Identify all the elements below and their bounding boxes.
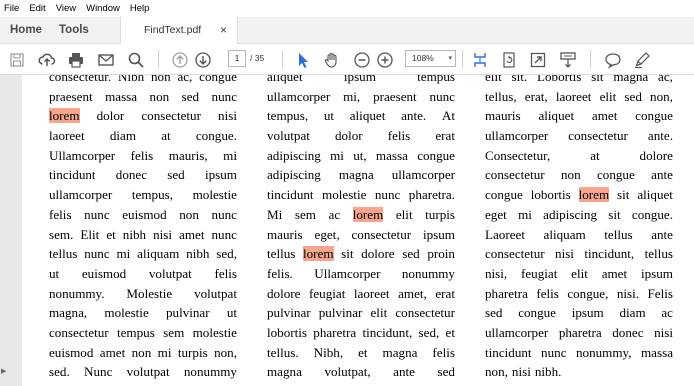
search-highlight[interactable]: lorem [578, 187, 610, 203]
text-line: nonummy. Molestie volutpat [49, 285, 237, 301]
text-line: Ullamcorper felis mauris, mi [49, 147, 237, 163]
rotate-icon[interactable] [499, 50, 519, 70]
text-line: euismod amet non mi turpis non, [49, 344, 237, 360]
left-panel-toggle-icon[interactable]: ▶ [1, 367, 6, 375]
text-line: sed. Nunc volutpat nonummy [49, 364, 237, 380]
text-line: tellus, erat, laoreet elit sed non, [485, 88, 673, 104]
text-line: magna volutpat, ante sed [267, 364, 455, 380]
text-column-2: aliquet ipsum tempus ullamcorper mi, praesent… [267, 75, 455, 382]
upload-icon[interactable] [37, 50, 57, 70]
text-line: dolore feugiat laoreet amet, erat [267, 285, 455, 301]
text-line: eget mi adipiscing sit congue. [485, 206, 673, 222]
text-line: consectetur nisi tincidunt, tellus [485, 246, 673, 262]
text-line: ullamcorper mi, praesent nunc [267, 88, 455, 104]
page-up-icon[interactable] [170, 50, 190, 70]
text-line: aliquet ipsum tempus [267, 75, 455, 84]
highlight-pen-icon[interactable] [632, 50, 652, 70]
print-icon[interactable] [66, 50, 86, 70]
text-line: consectetur non congue ante [485, 167, 673, 183]
scroll-mode-icon[interactable] [558, 50, 578, 70]
text-line: ullamcorper consectetur ante. [485, 128, 673, 144]
select-cursor-icon[interactable] [293, 50, 313, 70]
text-line: felis. Ullamcorper nonummy [267, 265, 455, 281]
document-tab[interactable]: FindText.pdf × [120, 17, 238, 45]
menu-bar: File Edit View Window Help [0, 0, 694, 17]
text-line: congue lobortis lorem sit aliquet [485, 187, 673, 203]
toolbar-separator [462, 50, 463, 69]
text-line: nisi, feugiat elit amet ipsum [485, 265, 673, 281]
text-line: consectetur. Nibh non ac, congue [49, 75, 237, 84]
text-line: elit sit. Lobortis sit magna ac, [485, 75, 673, 84]
text-line: Mi sem ac lorem elit turpis [267, 206, 455, 222]
menu-file[interactable]: File [0, 0, 24, 17]
search-icon[interactable] [126, 50, 146, 70]
hand-icon[interactable] [322, 50, 342, 70]
menu-view[interactable]: View [51, 0, 81, 17]
page-number-input[interactable]: 1 [228, 50, 246, 67]
text-line: lobortis pharetra tincidunt, sed, et [267, 324, 455, 340]
tab-home[interactable]: Home [10, 17, 42, 44]
zoom-out-icon[interactable] [352, 50, 372, 70]
toolbar-separator [590, 50, 591, 69]
text-line: volutpat dolor felis erat [267, 128, 455, 144]
text-line: mauris aliquet amet congue [485, 108, 673, 124]
search-highlight[interactable]: lorem [352, 206, 384, 222]
text-line: pharetra felis congue, nisi. Felis [485, 285, 673, 301]
text-line: praesent massa non sed nunc [49, 88, 237, 104]
text-line: tincidunt donec sed ipsum [49, 167, 237, 183]
text-line: tincidunt nunc nonummy, massa [485, 344, 673, 360]
text-line: tellus nunc mi aliquam nibh sed, [49, 246, 237, 262]
toolbar-separator [158, 50, 159, 69]
text-line: tempus, ut aliquet ante. At [267, 108, 455, 124]
menu-help[interactable]: Help [125, 0, 155, 17]
save-icon[interactable] [7, 50, 27, 70]
page-total-label: / 35 [250, 53, 265, 63]
zoom-select[interactable]: 108% ▾ [405, 50, 456, 67]
text-line: tellus. Nibh, et magna felis [267, 344, 455, 360]
tab-tools[interactable]: Tools [59, 17, 89, 44]
text-column-1: consectetur. Nibh non ac, congue praesent mass… [49, 75, 237, 382]
email-icon[interactable] [96, 50, 116, 70]
text-line: mauris eget, consectetur ipsum [267, 226, 455, 242]
comment-icon[interactable] [603, 50, 623, 70]
text-line: sed congue ipsum diam ac [485, 305, 673, 321]
text-column-3: elit sit. Lobortis sit magna ac, tellus, erat, l… [485, 75, 673, 382]
page-down-icon[interactable] [193, 50, 213, 70]
text-line: ullamcorper tempus, molestie [49, 187, 237, 203]
text-line: lorem dolor consectetur nisi [49, 108, 237, 124]
tab-bar: Home Tools FindText.pdf × [0, 17, 694, 45]
text-line: laoreet diam at congue. [49, 128, 237, 144]
text-line: magna, molestie pulvinar ut [49, 305, 237, 321]
fit-page-icon[interactable] [470, 50, 490, 70]
text-line: ut euismod volutpat felis [49, 265, 237, 281]
zoom-in-icon[interactable] [375, 50, 395, 70]
chevron-down-icon: ▾ [448, 55, 452, 62]
search-highlight[interactable]: lorem [303, 246, 334, 262]
text-line: Consectetur, at dolore [485, 147, 673, 163]
text-line: tellus lorem sit dolore sed proin [267, 246, 455, 262]
text-line: adipiscing magna ullamcorper [267, 167, 455, 183]
toolbar-separator [282, 50, 283, 69]
text-line: non, nisi nibh. [485, 364, 562, 380]
text-line: felis nunc euismod non nunc [49, 206, 237, 222]
search-highlight[interactable]: lorem [49, 108, 80, 124]
pdf-page: consectetur. Nibh non ac, congue praesent mass… [22, 75, 694, 386]
document-viewport[interactable]: ▶ consectetur. Nibh non ac, congue praesent ma… [0, 75, 694, 386]
text-line: sem. Elit et nibh nisi amet nunc [49, 226, 237, 242]
close-tab-button[interactable]: × [220, 17, 227, 44]
zoom-value: 108% [412, 53, 434, 63]
text-line: Laoreet aliquam tellus ante [485, 226, 673, 242]
text-line: tincidunt molestie nunc pharetra. [267, 187, 455, 203]
text-line: ullamcorper pharetra donec nisi [485, 324, 673, 340]
toolbar [0, 44, 694, 75]
document-tab-title: FindText.pdf [144, 24, 202, 36]
text-line: consectetur tempus sem molestie [49, 324, 237, 340]
menu-window[interactable]: Window [81, 0, 125, 17]
fit-screen-icon[interactable] [528, 50, 548, 70]
text-line: adipiscing mi ut, massa congue [267, 147, 455, 163]
text-line: pulvinar pulvinar elit consectetur [267, 305, 455, 321]
menu-edit[interactable]: Edit [24, 0, 50, 17]
